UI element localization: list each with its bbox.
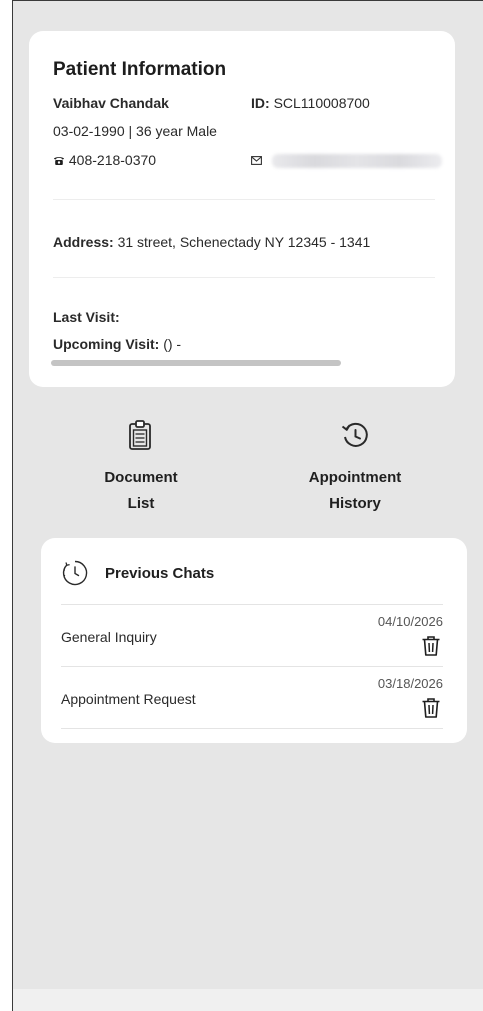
bottom-bar <box>13 989 483 1011</box>
chat-date: 03/18/2026 <box>377 676 443 691</box>
phone-icon <box>53 153 65 169</box>
previous-chats-card: Previous Chats General Inquiry 04/10/202… <box>41 538 467 743</box>
patient-phone-value: 408-218-0370 <box>68 152 157 168</box>
divider <box>53 199 435 200</box>
divider <box>53 277 435 278</box>
trash-icon[interactable] <box>421 635 441 662</box>
patient-dob-age-gender: 03-02-1990 | 36 year Male <box>53 123 217 139</box>
patient-name: Vaibhav Chandak <box>53 95 169 111</box>
chat-list-item[interactable]: General Inquiry 04/10/2026 <box>61 604 443 666</box>
patient-id-value: SCL110008700 <box>273 95 370 111</box>
previous-chats-header: Previous Chats <box>61 558 214 588</box>
email-redacted <box>271 154 442 169</box>
patient-info-card: Patient Information Vaibhav Chandak ID: … <box>29 31 455 387</box>
patient-info-title: Patient Information <box>53 59 227 80</box>
chat-list-item[interactable]: Appointment Request 03/18/2026 <box>61 666 443 728</box>
clock-icon <box>62 560 88 586</box>
patient-id-label: ID: <box>251 95 270 111</box>
document-list-button[interactable]: Document List <box>71 419 211 517</box>
document-list-label-1: Document <box>104 469 178 486</box>
last-visit-label: Last Visit: <box>53 309 120 325</box>
patient-phone: 408-218-0370 <box>53 152 156 169</box>
upcoming-visit: Upcoming Visit: () - <box>53 336 181 352</box>
document-list-label-2: List <box>127 495 155 512</box>
chat-date: 04/10/2026 <box>377 614 443 629</box>
history-icon <box>341 422 368 447</box>
patient-id: ID: SCL110008700 <box>251 95 370 111</box>
trash-icon[interactable] <box>421 697 441 724</box>
clipboard-list-icon <box>129 420 151 450</box>
last-visit: Last Visit: <box>53 309 120 325</box>
upcoming-visit-value: () - <box>163 336 182 352</box>
address-value: 31 street, Schenectady NY 12345 - 1341 <box>117 234 371 250</box>
chat-name: Appointment Request <box>61 691 196 707</box>
previous-chats-title: Previous Chats <box>105 564 215 582</box>
patient-email <box>251 152 442 169</box>
divider <box>61 728 443 729</box>
patient-address: Address: 31 street, Schenectady NY 12345… <box>53 234 370 250</box>
appointment-history-label-1: Appointment <box>308 469 402 486</box>
appointment-history-label-2: History <box>329 495 381 512</box>
horizontal-scrollbar[interactable] <box>51 360 341 366</box>
address-label: Address: <box>53 234 114 250</box>
upcoming-visit-label: Upcoming Visit: <box>53 336 160 352</box>
app-frame: Patient Information Vaibhav Chandak ID: … <box>12 0 483 1011</box>
appointment-history-button[interactable]: Appointment History <box>285 419 425 517</box>
mail-icon <box>251 152 262 168</box>
chat-name: General Inquiry <box>61 629 157 645</box>
